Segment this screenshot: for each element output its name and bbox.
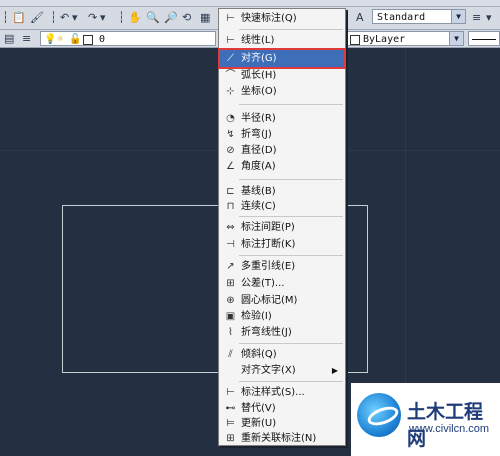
dim-style-icon: ⊢ bbox=[226, 387, 235, 398]
align-text-icon bbox=[224, 364, 237, 377]
menu-item-aligned[interactable]: ⟋ 对齐(G) bbox=[218, 48, 346, 69]
menu-item-multileader[interactable]: ↗ 多重引线(E) bbox=[220, 258, 344, 275]
chevron-down-icon[interactable]: ▼ bbox=[449, 32, 463, 45]
sun-icon: ☼ bbox=[57, 34, 64, 45]
menu-item-dim-space[interactable]: ⇔ 标注间距(P) bbox=[220, 219, 344, 236]
menu-item-linear[interactable]: ⊢ 线性(L) bbox=[220, 32, 344, 49]
radius-icon: ◔ bbox=[226, 113, 235, 124]
toolbar-separator-icon: ┆ bbox=[2, 11, 9, 24]
menu-separator bbox=[239, 381, 343, 382]
linetype-sample bbox=[472, 39, 496, 40]
undo-icon[interactable]: ↶ bbox=[60, 10, 69, 25]
color-swatch-icon bbox=[350, 35, 360, 45]
dim-break-icon: ⊣ bbox=[226, 239, 235, 250]
paste-icon[interactable]: 📋 bbox=[12, 10, 26, 25]
text-style-icon[interactable]: A bbox=[356, 10, 364, 25]
menu-separator bbox=[239, 29, 343, 30]
menu-item-dim-style[interactable]: ⊢ 标注样式(S)... bbox=[220, 384, 344, 401]
arc-length-icon: ⌒ bbox=[225, 70, 236, 81]
menu-bar[interactable] bbox=[0, 0, 500, 7]
text-style-dropdown[interactable]: Standard ▼ bbox=[372, 9, 466, 24]
menu-separator bbox=[239, 179, 343, 180]
logo-emblem-icon bbox=[357, 393, 401, 437]
menu-item-align-text[interactable]: 对齐文字(X) ▶ bbox=[220, 362, 344, 379]
text-style-value: Standard bbox=[377, 12, 426, 23]
properties-icon[interactable]: ▦ bbox=[200, 10, 210, 25]
oblique-icon: ⫽ bbox=[228, 349, 233, 360]
pan-icon[interactable]: ✋ bbox=[128, 10, 142, 25]
menu-item-dim-break[interactable]: ⊣ 标注打断(K) bbox=[220, 236, 344, 253]
angular-icon: ∠ bbox=[226, 161, 235, 172]
lock-icon: 🔓 bbox=[69, 34, 82, 45]
baseline-icon: ⊏ bbox=[226, 186, 235, 197]
linear-icon: ⊢ bbox=[226, 35, 235, 46]
watermark-logo: 土木工程网 www.civilcn.com bbox=[351, 383, 500, 456]
menu-item-quick-dimension[interactable]: ⊢ 快速标注(Q) bbox=[220, 10, 344, 27]
menu-item-diameter[interactable]: ⊘ 直径(D) bbox=[220, 142, 344, 159]
tolerance-icon: ⊞ bbox=[226, 278, 235, 289]
zoom-realtime-icon[interactable]: 🔍 bbox=[146, 10, 160, 25]
update-icon: ⊨ bbox=[226, 418, 235, 429]
diameter-icon: ⊘ bbox=[226, 145, 235, 156]
menu-item-jogged-linear[interactable]: ⌇ 折弯线性(J) bbox=[220, 324, 344, 341]
dimension-menu: ⊢ 快速标注(Q) ⊢ 线性(L) ⟋ 对齐(G) ⌒ 弧长(H) ⊹ 坐标(O… bbox=[218, 8, 346, 446]
menu-item-ordinate[interactable]: ⊹ 坐标(O) bbox=[220, 83, 344, 100]
color-value: ByLayer bbox=[363, 34, 406, 45]
menu-item-radius[interactable]: ◔ 半径(R) bbox=[220, 110, 344, 127]
submenu-arrow-icon: ▶ bbox=[331, 366, 338, 375]
chevron-down-icon[interactable]: ▼ bbox=[451, 10, 465, 23]
undo-dropdown-icon[interactable]: ▾ bbox=[72, 10, 78, 25]
reassociate-icon: ⊞ bbox=[226, 433, 235, 444]
menu-separator bbox=[239, 343, 343, 344]
jogged-icon: ↯ bbox=[226, 129, 235, 140]
multileader-icon: ↗ bbox=[226, 261, 235, 272]
separator-icon: ┆ bbox=[50, 11, 57, 24]
menu-item-tolerance[interactable]: ⊞ 公差(T)... bbox=[220, 275, 344, 292]
continue-icon: ⊓ bbox=[226, 201, 235, 212]
zoom-window-icon[interactable]: 🔎 bbox=[164, 10, 178, 25]
menu-item-reassociate[interactable]: ⊞ 重新关联标注(N) bbox=[220, 430, 344, 447]
menu-item-oblique[interactable]: ⫽ 倾斜(Q) bbox=[220, 346, 344, 363]
separator-icon: ┆ bbox=[118, 11, 125, 24]
menu-item-inspection[interactable]: ▣ 检验(I) bbox=[220, 308, 344, 325]
table-style-icon[interactable]: ≡ bbox=[472, 10, 481, 25]
redo-icon[interactable]: ↷ bbox=[88, 10, 97, 25]
ordinate-icon: ⊹ bbox=[226, 86, 235, 97]
logo-url: www.civilcn.com bbox=[409, 423, 490, 435]
color-dropdown[interactable]: ByLayer ▼ bbox=[346, 31, 464, 46]
center-mark-icon: ⊕ bbox=[226, 295, 235, 306]
menu-separator bbox=[239, 216, 343, 217]
jogged-linear-icon: ⌇ bbox=[228, 327, 233, 338]
layer-manager-icon[interactable]: ▤ bbox=[4, 31, 14, 46]
redo-dropdown-icon[interactable]: ▾ bbox=[100, 10, 106, 25]
menu-item-continue[interactable]: ⊓ 连续(C) bbox=[220, 198, 344, 215]
match-properties-icon[interactable]: 🖌 bbox=[30, 10, 44, 25]
zoom-previous-icon[interactable]: ⟲ bbox=[182, 10, 191, 25]
linetype-dropdown[interactable] bbox=[468, 31, 500, 46]
quick-dimension-icon: ⊢ bbox=[226, 13, 235, 24]
multileader-style-icon[interactable]: ▾ bbox=[486, 10, 492, 25]
menu-item-center-mark[interactable]: ⊕ 圆心标记(M) bbox=[220, 292, 344, 309]
color-swatch-icon bbox=[83, 35, 93, 45]
layer-name: 0 bbox=[99, 34, 106, 45]
dim-space-icon: ⇔ bbox=[226, 222, 235, 233]
inspection-icon: ▣ bbox=[225, 311, 236, 322]
menu-item-jogged[interactable]: ↯ 折弯(J) bbox=[220, 126, 344, 143]
menu-item-arc-length[interactable]: ⌒ 弧长(H) bbox=[220, 67, 344, 84]
bulb-icon: 💡 bbox=[44, 34, 57, 45]
menu-separator bbox=[239, 255, 343, 256]
layer-state-icon[interactable]: ≡ bbox=[22, 31, 31, 46]
layer-dropdown[interactable]: 💡 ☼ 🔓 0 bbox=[40, 31, 216, 46]
override-icon: ⊷ bbox=[225, 403, 236, 414]
menu-separator bbox=[239, 104, 343, 105]
aligned-icon: ⟋ bbox=[227, 53, 234, 64]
menu-item-angular[interactable]: ∠ 角度(A) bbox=[220, 158, 344, 175]
